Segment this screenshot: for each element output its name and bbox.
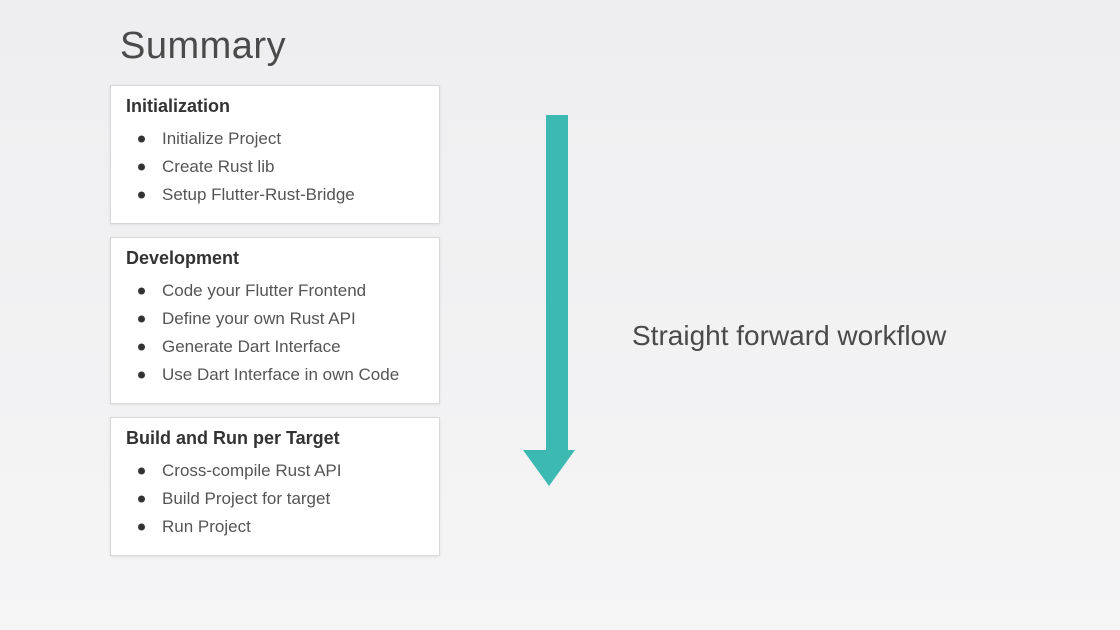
list-item: Use Dart Interface in own Code	[126, 361, 424, 389]
list-item: Generate Dart Interface	[126, 333, 424, 361]
down-arrow-icon	[538, 115, 575, 486]
card-title: Build and Run per Target	[126, 428, 424, 449]
card-build-run: Build and Run per Target Cross-compile R…	[110, 417, 440, 556]
list-item: Run Project	[126, 513, 424, 541]
list-item: Define your own Rust API	[126, 305, 424, 333]
list-item: Cross-compile Rust API	[126, 457, 424, 485]
list-item: Setup Flutter-Rust-Bridge	[126, 181, 424, 209]
card-list: Code your Flutter Frontend Define your o…	[126, 277, 424, 389]
card-title: Development	[126, 248, 424, 269]
list-item: Code your Flutter Frontend	[126, 277, 424, 305]
cards-column: Initialization Initialize Project Create…	[110, 85, 440, 569]
card-list: Initialize Project Create Rust lib Setup…	[126, 125, 424, 209]
list-item: Initialize Project	[126, 125, 424, 153]
slide-title: Summary	[120, 25, 286, 68]
list-item: Build Project for target	[126, 485, 424, 513]
arrow-head	[523, 450, 575, 486]
card-initialization: Initialization Initialize Project Create…	[110, 85, 440, 224]
card-list: Cross-compile Rust API Build Project for…	[126, 457, 424, 541]
arrow-shaft	[546, 115, 568, 450]
list-item: Create Rust lib	[126, 153, 424, 181]
card-title: Initialization	[126, 96, 424, 117]
side-label: Straight forward workflow	[632, 320, 946, 352]
card-development: Development Code your Flutter Frontend D…	[110, 237, 440, 404]
